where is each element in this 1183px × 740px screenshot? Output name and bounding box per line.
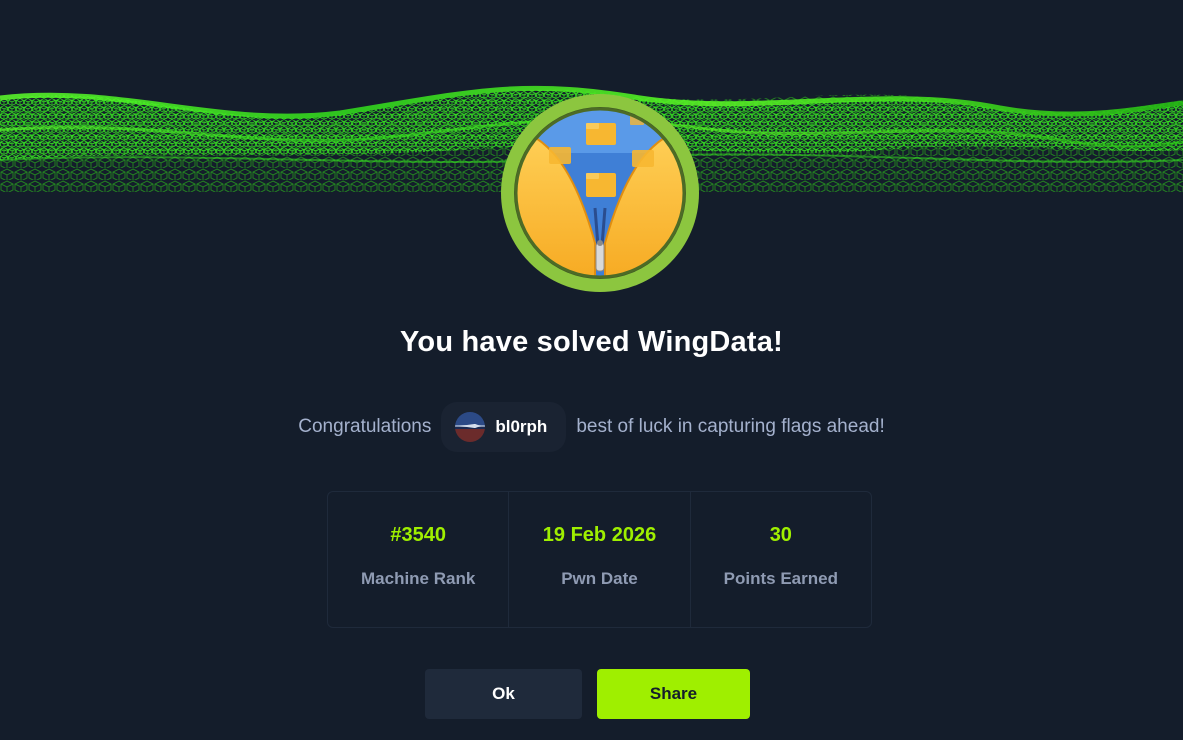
stat-value: 19 Feb 2026 (542, 524, 657, 546)
user-chip[interactable]: bl0rph (441, 402, 567, 452)
stat-label: Machine Rank (361, 569, 476, 588)
stats-panel: #3540 Machine Rank 19 Feb 2026 Pwn Date … (327, 491, 872, 628)
stat-value: 30 (769, 524, 792, 546)
page-title: You have solved WingData! (400, 326, 783, 358)
ok-button[interactable]: Ok (425, 669, 582, 719)
machine-badge-zipper-folders-icon (501, 94, 699, 292)
user-avatar-icon (455, 412, 486, 442)
congrats-prefix-text: Congratulations (298, 416, 432, 437)
stat-machine-rank: #3540 Machine Rank (328, 492, 510, 627)
stat-label: Points Earned (723, 569, 838, 588)
username: bl0rph (495, 417, 548, 436)
solved-modal: You have solved WingData! Congratulation… (0, 0, 1183, 740)
modal-actions: Ok Share (0, 669, 1183, 719)
stat-pwn-date: 19 Feb 2026 Pwn Date (509, 492, 691, 627)
stat-value: #3540 (390, 524, 446, 546)
stat-points-earned: 30 Points Earned (691, 492, 871, 627)
stat-label: Pwn Date (561, 569, 638, 588)
share-button[interactable]: Share (597, 669, 750, 719)
congrats-suffix-text: best of luck in capturing flags ahead! (576, 416, 885, 437)
congratulations-message: Congratulations bl0rph best of luck in c… (0, 402, 1183, 452)
